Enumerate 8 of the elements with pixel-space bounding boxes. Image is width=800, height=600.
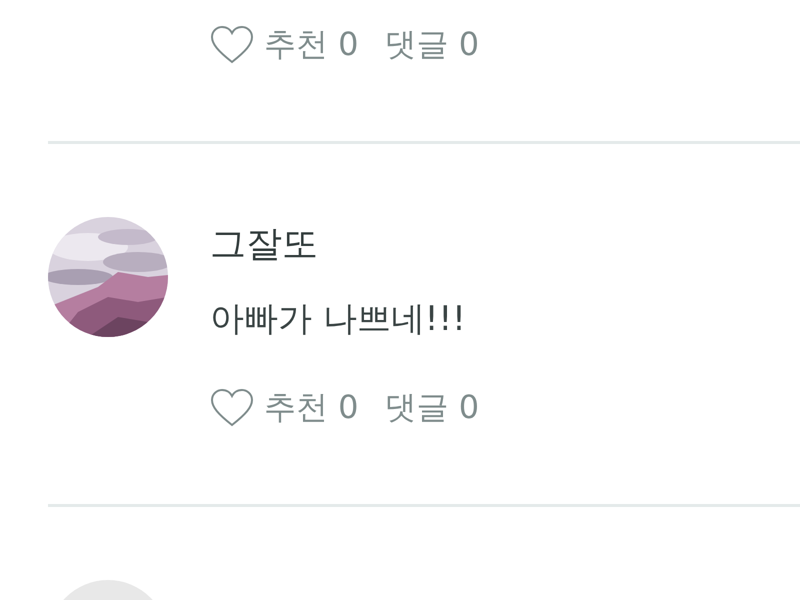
author-name: 그잘또 bbox=[210, 223, 319, 267]
heart-icon[interactable] bbox=[210, 388, 254, 428]
like-count[interactable]: 추천 0 bbox=[264, 386, 359, 430]
comment-text: 아빠가 나쁘네!!! bbox=[210, 298, 467, 341]
like-count[interactable]: 추천 0 bbox=[264, 23, 359, 67]
reply-count[interactable]: 댓글 0 bbox=[384, 23, 480, 67]
reply-count[interactable]: 댓글 0 bbox=[384, 386, 480, 430]
heart-icon[interactable] bbox=[210, 25, 254, 65]
